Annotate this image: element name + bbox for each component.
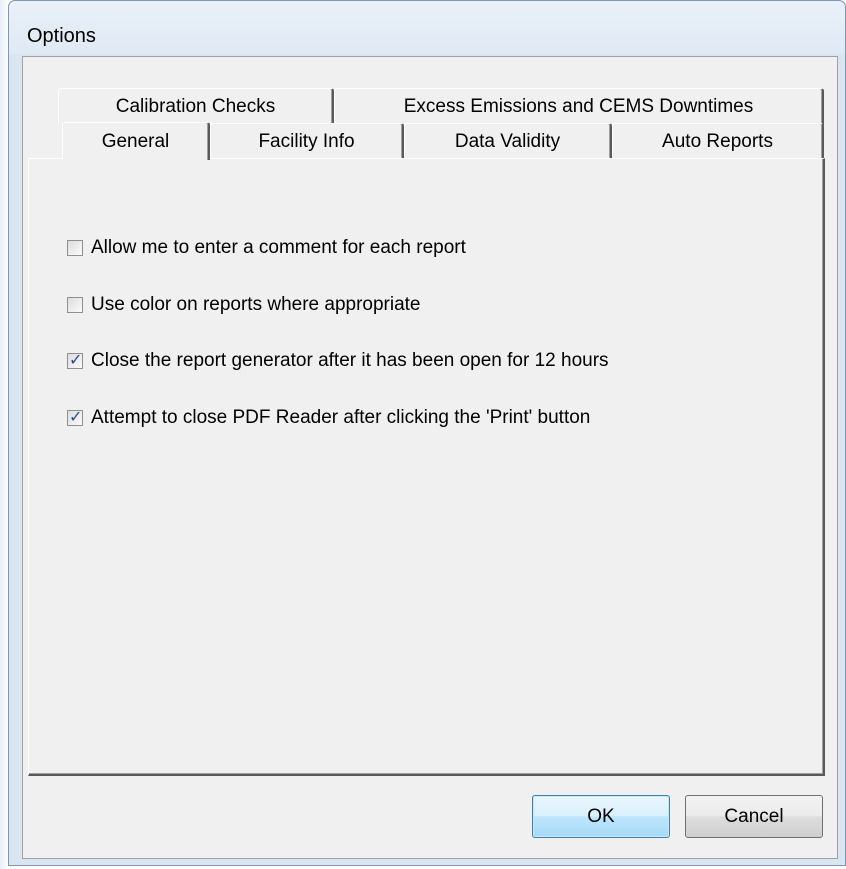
checkbox-use-color[interactable]: [67, 297, 83, 313]
tab-data-validity[interactable]: Data Validity: [404, 123, 612, 160]
option-allow-comment[interactable]: Allow me to enter a comment for each rep…: [67, 237, 466, 259]
tab-auto-reports[interactable]: Auto Reports: [612, 123, 824, 160]
tab-panel-general: Allow me to enter a comment for each rep…: [28, 158, 825, 776]
tab-label: General: [101, 130, 170, 152]
title-bar[interactable]: Options: [9, 1, 845, 55]
dialog-title: Options: [27, 25, 96, 47]
ok-button[interactable]: OK: [532, 795, 670, 838]
cancel-button-label: Cancel: [724, 805, 784, 827]
option-close-pdf-reader[interactable]: Attempt to close PDF Reader after clicki…: [67, 407, 590, 429]
tab-label: Auto Reports: [662, 131, 773, 152]
option-label: Close the report generator after it has …: [91, 350, 609, 371]
tab-label: Data Validity: [454, 131, 561, 152]
option-use-color[interactable]: Use color on reports where appropriate: [67, 294, 421, 316]
checkbox-allow-comment[interactable]: [67, 240, 83, 256]
tab-calibration-checks[interactable]: Calibration Checks: [58, 88, 334, 125]
checkbox-close-pdf-reader[interactable]: [67, 407, 83, 426]
tab-label: Facility Info: [258, 131, 355, 152]
tab-label: Excess Emissions and CEMS Downtimes: [403, 96, 754, 117]
option-label: Allow me to enter a comment for each rep…: [91, 237, 466, 258]
tab-label: Calibration Checks: [115, 96, 276, 117]
tab-general[interactable]: General: [62, 122, 210, 160]
tab-excess-emissions[interactable]: Excess Emissions and CEMS Downtimes: [334, 88, 824, 125]
ok-button-label: OK: [587, 805, 615, 827]
checkbox-close-after-12-hours[interactable]: [67, 350, 83, 369]
cancel-button[interactable]: Cancel: [685, 795, 823, 838]
option-label: Attempt to close PDF Reader after clicki…: [91, 407, 591, 428]
tab-facility-info[interactable]: Facility Info: [210, 123, 404, 160]
option-close-after-12-hours[interactable]: Close the report generator after it has …: [67, 350, 609, 372]
option-label: Use color on reports where appropriate: [91, 294, 421, 315]
